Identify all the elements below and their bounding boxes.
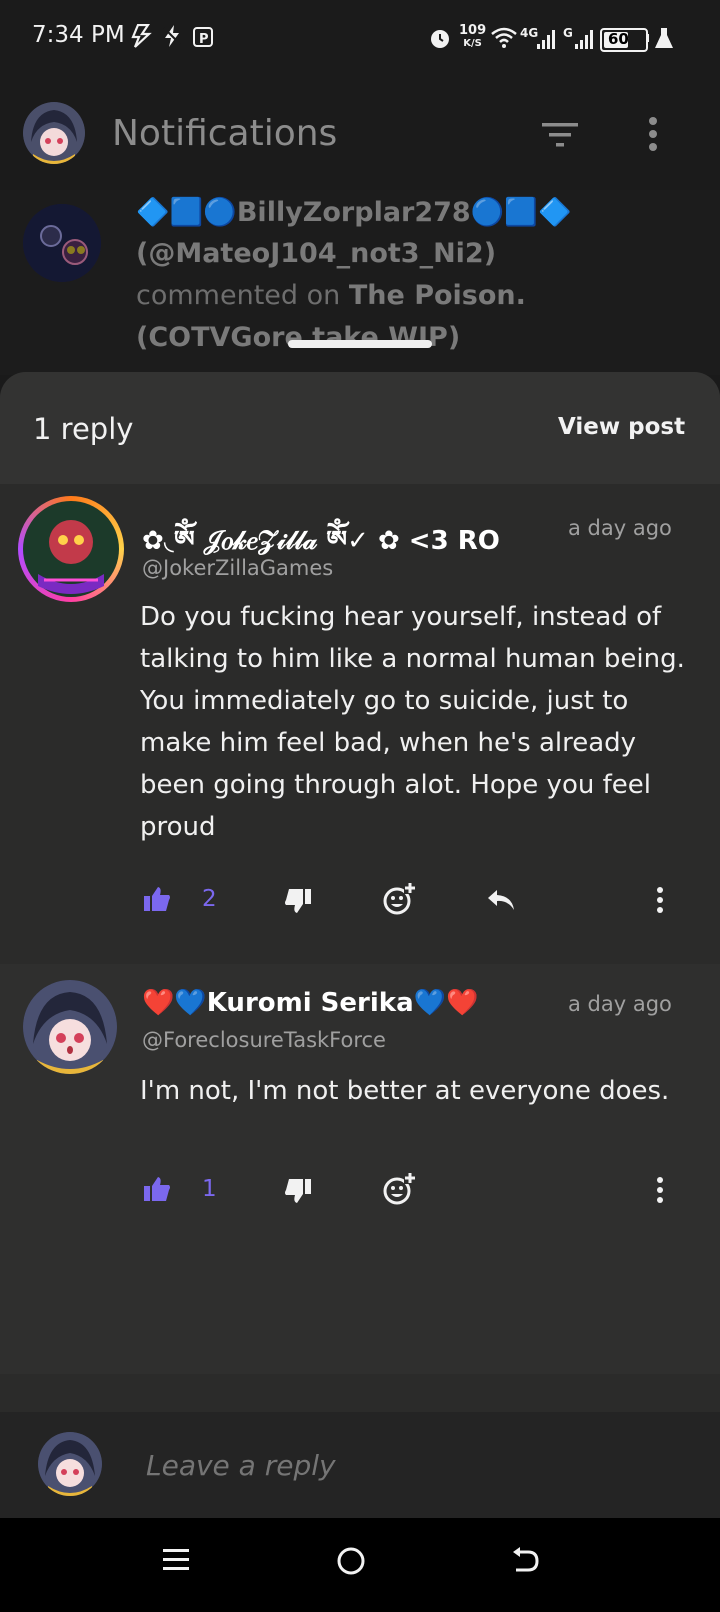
comment-1: ✿◟ༀ 𝒥𝑜𝓀𝑒𝒵𝒾𝓁𝓁𝒶 ༀ✓ ✿ <3 RO a day ago @Joke… (0, 484, 720, 964)
more-vert-icon[interactable] (645, 116, 661, 156)
battery-icon: 60 (600, 28, 648, 52)
thumbs-up-icon[interactable] (143, 886, 171, 916)
bolt-icon (162, 24, 182, 54)
reply-count: 1 reply (33, 412, 134, 446)
filter-icon[interactable] (541, 120, 579, 154)
system-nav-bar (0, 1518, 720, 1612)
alarm-icon (428, 26, 452, 56)
thumbs-down-icon[interactable] (284, 1178, 312, 1208)
user-avatar[interactable] (23, 102, 85, 164)
network-speed-unit: K/S (463, 38, 482, 49)
drag-handle[interactable] (288, 340, 432, 348)
replies-sheet: 1 reply View post ✿◟ༀ 𝒥𝑜𝓀𝑒𝒵𝒾𝓁𝓁𝒶 ༀ✓ ✿ <3 … (0, 372, 720, 1518)
notification-summary: commented on The Poison. (136, 280, 526, 311)
signal-icon-2 (574, 28, 594, 54)
thumbs-down-icon[interactable] (284, 888, 312, 918)
comment-body: I'm not, I'm not better at everyone does… (140, 1076, 670, 1106)
add-reaction-icon[interactable] (382, 1172, 416, 1210)
notification-action: commented on (136, 280, 341, 311)
home-icon[interactable] (336, 1546, 366, 1580)
comment-more-icon[interactable] (654, 886, 666, 918)
reply-avatar (38, 1432, 102, 1496)
app-header (0, 80, 720, 190)
comment-body: Do you fucking hear yourself, instead of… (140, 602, 685, 842)
comment-avatar[interactable] (18, 496, 124, 602)
network-speed: 109 K/S (459, 24, 486, 50)
notification-handle: (@MateoJ104_not3_Ni2) (136, 238, 497, 269)
page-title: Notifications (112, 113, 338, 154)
notification-author: 🔷🟦🔵BillyZorplar278🔵🟦🔷 (136, 197, 572, 228)
like-count: 2 (202, 886, 217, 912)
battery-level: 60 (608, 30, 629, 48)
comment-author[interactable]: ❤️💙Kuromi Serika💙❤️ (142, 988, 554, 1018)
comment-time: a day ago (568, 992, 672, 1016)
parking-icon: P (192, 26, 214, 54)
back-icon[interactable] (510, 1546, 540, 1580)
comment-handle: @ForeclosureTaskForce (142, 1028, 386, 1052)
network-g-label: G (563, 26, 573, 40)
thumbs-up-icon[interactable] (143, 1176, 171, 1206)
notification-avatar (23, 204, 101, 282)
signal-icon (536, 28, 556, 54)
reply-input[interactable] (144, 1448, 668, 1483)
comment-avatar[interactable] (23, 980, 117, 1074)
battery-tip (646, 34, 649, 42)
reply-icon[interactable] (486, 888, 516, 916)
view-post-button[interactable]: View post (558, 414, 685, 440)
notification-item[interactable]: 🔷🟦🔵BillyZorplar278🔵🟦🔷 (@MateoJ104_not3_N… (0, 190, 720, 375)
sheet-header: 1 reply View post (0, 372, 720, 484)
comment-2: ❤️💙Kuromi Serika💙❤️ a day ago @Foreclosu… (0, 964, 720, 1374)
comment-time: a day ago (568, 516, 672, 540)
status-bar: 7:34 PM P 109 K/S 4G G 60 (0, 0, 720, 80)
comment-handle: @JokerZillaGames (142, 556, 334, 580)
flask-icon (654, 26, 674, 54)
notification-post-title: The Poison. (348, 280, 526, 311)
like-count: 1 (202, 1176, 217, 1202)
flash-icon (130, 23, 152, 54)
wifi-icon (490, 27, 518, 53)
svg-text:P: P (199, 32, 209, 47)
notification-post-title-cont: (COTVGore take WIP) (136, 322, 461, 353)
comment-more-icon[interactable] (654, 1176, 666, 1208)
status-time: 7:34 PM (32, 22, 125, 48)
add-reaction-icon[interactable] (382, 882, 416, 920)
network-speed-value: 109 (459, 23, 487, 38)
menu-icon[interactable] (162, 1546, 190, 1578)
